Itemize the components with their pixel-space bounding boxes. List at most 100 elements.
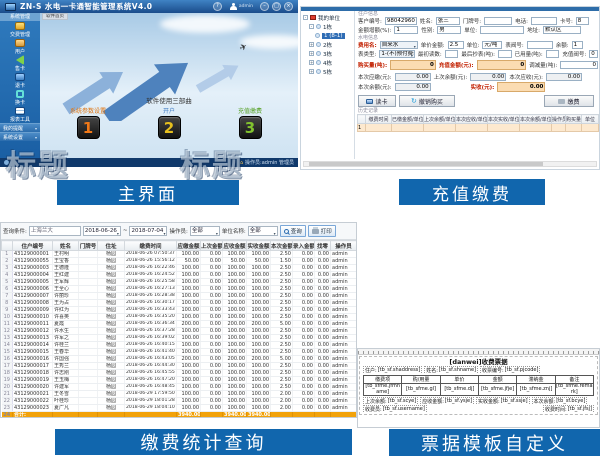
expand-icon[interactable]: [309, 69, 314, 74]
column-header[interactable]: 缴费时间: [366, 115, 392, 124]
read-card-button[interactable]: 读卡: [358, 95, 396, 107]
card-no-input[interactable]: 8: [576, 17, 589, 25]
sidebar-item-return-card[interactable]: 退卡: [0, 72, 40, 89]
adjust-amount-input[interactable]: 0: [560, 61, 598, 69]
table-row[interactable]: 2243129000022叶桂珍杨园2018-06-29 18:01:28100…: [2, 398, 357, 405]
search-button[interactable]: 查询: [280, 225, 306, 237]
meter-type-select[interactable]: 1-(不)预付费表: [379, 50, 415, 58]
table-row[interactable]: 1543129000015王春华杨园2018-06-26 16:41:40100…: [2, 349, 357, 356]
unit-name-select[interactable]: 全部: [248, 226, 278, 236]
tab-home[interactable]: 软件首页: [42, 13, 68, 20]
horizontal-scrollbar[interactable]: [303, 161, 597, 167]
column-header[interactable]: 已缴金额/单位(元): [392, 115, 424, 124]
column-header[interactable]: 本次金额: [271, 241, 293, 251]
received-input[interactable]: 0.00: [497, 82, 545, 92]
table-row[interactable]: 443129000004王红建杨园2018-06-26 16:24:52100.…: [2, 272, 357, 279]
sidebar-item-reports[interactable]: 报表工具: [0, 106, 40, 123]
column-header[interactable]: 姓名: [53, 241, 79, 251]
date-to-input[interactable]: 2018-07-04: [129, 226, 167, 236]
table-row[interactable]: 343129000003王德隆杨园2018-06-26 16:22:46100.…: [2, 265, 357, 272]
surcharge-input[interactable]: 1: [394, 26, 418, 34]
template-field[interactable]: 上次余额:[tb_sf.scye]: [363, 397, 418, 405]
table-row[interactable]: 1243129000012许水生杨园2018-06-26 16:37:28100…: [2, 328, 357, 335]
customer-no-input[interactable]: 98042960: [385, 17, 417, 25]
table-row[interactable]: [tb_sfme.jfmname][tb_sfme.gl][tb_sfme.dj…: [364, 384, 594, 396]
column-header[interactable]: 购/用量: [402, 376, 440, 384]
minimize-button[interactable]: –: [260, 2, 269, 11]
meter-valve-input[interactable]: [527, 41, 553, 49]
keyword-input[interactable]: 上海兰大: [29, 226, 81, 236]
unit-input[interactable]: [480, 26, 524, 34]
template-field[interactable]: 收费时间:[tb_sf.jfsj]: [543, 405, 594, 413]
sidebar-item-replace-card[interactable]: 换卡: [0, 89, 40, 106]
recharge-money-input[interactable]: 0: [477, 60, 527, 70]
restore-button[interactable]: □: [272, 2, 281, 11]
sidebar-item-payment[interactable]: 交费管理: [0, 21, 40, 38]
template-field[interactable]: 应收金额:[tb_sf.ysje]: [420, 397, 474, 405]
close-button[interactable]: ×: [284, 2, 293, 11]
table-row[interactable]: 143129000001王村明杨园2018-06-26 07:50:37100.…: [2, 251, 357, 258]
tree-node-building4[interactable]: 4栋: [301, 58, 354, 67]
column-header[interactable]: 上次金额: [201, 241, 223, 251]
fee-name-select[interactable]: 自来水: [380, 41, 418, 49]
template-field[interactable]: 本次余额:[tb_sf.bcye]: [532, 397, 588, 405]
tree-root[interactable]: 我的单位: [301, 13, 354, 22]
collapse-icon[interactable]: [303, 15, 308, 20]
column-header[interactable]: 实收金额: [247, 241, 271, 251]
column-header[interactable]: 找零: [315, 241, 331, 251]
gender-input[interactable]: 男: [437, 26, 461, 34]
column-header[interactable]: 住户编号: [13, 241, 53, 251]
pay-button[interactable]: 缴费: [544, 95, 594, 107]
accordion-my-reminders[interactable]: 我的提醒: [0, 123, 40, 132]
table-row[interactable]: 643129000006王全心杨园2018-06-26 16:27:13100.…: [2, 286, 357, 293]
column-header[interactable]: 本次实收/单位(元): [488, 115, 520, 124]
template-title[interactable]: [danwei]收费票据: [363, 358, 594, 366]
table-row[interactable]: 1843129000018许志刚杨园2018-06-26 16:45:55100…: [2, 370, 357, 377]
print-button[interactable]: 打印: [308, 225, 336, 237]
phone-input[interactable]: [531, 17, 557, 25]
door-no-input[interactable]: [484, 17, 512, 25]
column-header[interactable]: 购买量: [566, 115, 582, 124]
unit-price-input[interactable]: 2.5: [448, 41, 464, 49]
template-field[interactable]: 收票编号:[tb_sf.pjcode]: [480, 366, 540, 374]
cancel-purchase-button[interactable]: ↻ 撤销购买: [399, 95, 455, 107]
column-header[interactable]: [358, 115, 366, 124]
column-header[interactable]: [2, 241, 13, 251]
table-row[interactable]: 1043129000010许喜英杨园2018-06-26 16:35:20100…: [2, 314, 357, 321]
table-row[interactable]: 1443129000014许桂兰杨园2018-06-26 16:40:15100…: [2, 342, 357, 349]
help-icon[interactable]: ?: [213, 2, 222, 11]
column-header[interactable]: 滞纳金: [517, 376, 555, 384]
table-row[interactable]: 1743129000017王秀兰杨园2018-06-26 16:44:30100…: [2, 363, 357, 370]
template-designer[interactable]: [danwei]收费票据 住户:[tb_sf.shaddress] 姓名:[tb…: [359, 356, 598, 415]
template-field[interactable]: 姓名:[tb_sf.shname]: [424, 366, 478, 374]
date-from-input[interactable]: 2018-06-26: [83, 226, 121, 236]
used-input[interactable]: [546, 50, 560, 58]
tree-node-building3[interactable]: 3栋: [301, 49, 354, 58]
column-header[interactable]: 本次余额/单位(元): [520, 115, 552, 124]
price-unit-input[interactable]: 元/吨: [482, 41, 502, 49]
column-header[interactable]: 住址: [98, 241, 125, 251]
sidebar-item-sell-card[interactable]: 售卡: [0, 55, 40, 72]
column-header[interactable]: 操作员: [552, 115, 566, 124]
column-header[interactable]: 金额: [478, 376, 516, 384]
column-header[interactable]: 单价: [440, 376, 478, 384]
expand-icon[interactable]: [309, 51, 314, 56]
table-row[interactable]: 2343129000023夏广凡杨园2018-06-29 18:04:10100…: [2, 405, 357, 412]
table-row[interactable]: 1643129000016许国强杨园2018-06-26 16:43:05200…: [2, 356, 357, 363]
table-row[interactable]: 2043129000020许建军杨园2018-06-26 16:48:45100…: [2, 384, 357, 391]
column-header[interactable]: 门牌号: [79, 241, 98, 251]
column-header[interactable]: 备注: [555, 376, 593, 384]
column-header[interactable]: 缴费时间: [125, 241, 177, 251]
last-reading-input[interactable]: [498, 50, 512, 58]
column-header[interactable]: 应缴金额: [177, 241, 201, 251]
tree-node-building2[interactable]: 2栋: [301, 40, 354, 49]
table-row[interactable]: 943129000009许红为杨园2018-06-26 16:33:43100.…: [2, 307, 357, 314]
balance-input[interactable]: 1: [572, 41, 583, 49]
column-header[interactable]: 单位: [582, 115, 599, 124]
column-header[interactable]: 上次余额/单位(元): [424, 115, 456, 124]
table-row[interactable]: 1143129000011夏霞杨园2018-06-26 16:36:34200.…: [2, 321, 357, 328]
template-field[interactable]: 收费员:[tb_sf.username]: [363, 405, 427, 413]
column-header[interactable]: 本次应收/单位(元): [456, 115, 488, 124]
operator-select[interactable]: 全部: [190, 226, 220, 236]
collapse-icon[interactable]: [309, 24, 314, 29]
